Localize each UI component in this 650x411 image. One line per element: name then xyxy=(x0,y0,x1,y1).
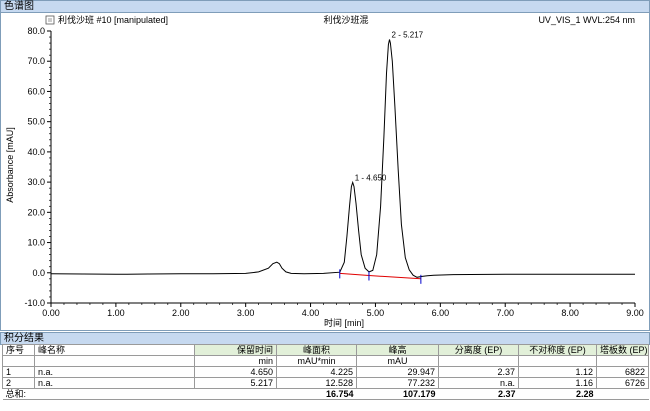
y-tick-label: 50.0 xyxy=(27,117,45,127)
total-cell xyxy=(194,388,277,400)
table-units-row: min mAU*min mAU xyxy=(2,355,649,367)
total-label: 总和: xyxy=(2,388,35,400)
x-tick-label: 3.00 xyxy=(237,308,255,318)
col-header-peak-name[interactable]: 峰名称 xyxy=(34,344,195,356)
chart-header: 利伐沙班 #10 [manipulated] 利伐沙班混 UV_VIS_1 WV… xyxy=(45,14,635,25)
chromatogram-panel: -10.0 0.0 10.0 20.0 30.0 40.0 50.0 60.0 70.0 80.0… xyxy=(0,13,650,331)
cell-height: 77.232 xyxy=(356,377,439,389)
col-header-resolution[interactable]: 分离度 (EP) xyxy=(438,344,519,356)
unit-cell: mAU xyxy=(356,355,439,367)
x-tick-label: 4.00 xyxy=(302,308,320,318)
y-tick-label: 0.0 xyxy=(32,268,45,278)
y-axis-label: Absorbance [mAU] xyxy=(5,127,15,203)
chromatogram-section-header: 色谱图 xyxy=(0,0,650,13)
col-header-index[interactable]: 序号 xyxy=(2,344,35,356)
unit-cell: min xyxy=(194,355,277,367)
chart-doc-icon xyxy=(45,15,55,25)
total-area: 16.754 xyxy=(276,388,357,400)
cell-index: 2 xyxy=(2,377,35,389)
cell-plates: 6822 xyxy=(596,366,649,378)
unit-cell xyxy=(438,355,519,367)
x-axis-label: 时间 [min] xyxy=(324,317,364,328)
chromatogram-trace xyxy=(50,39,635,278)
chromatogram-chart[interactable]: -10.0 0.0 10.0 20.0 30.0 40.0 50.0 60.0 70.0 80.0… xyxy=(1,13,649,331)
chart-sample-name: 利伐沙班 #10 [manipulated] xyxy=(58,14,168,25)
y-tick-label: 80.0 xyxy=(27,26,45,36)
peak-label: 2 - 5.217 xyxy=(392,30,424,39)
table-row[interactable]: 1 n.a. 4.650 4.225 29.947 2.37 1.12 6822 xyxy=(2,366,649,378)
total-height: 107.179 xyxy=(356,388,439,400)
total-cell xyxy=(34,388,195,400)
cell-index: 1 xyxy=(2,366,35,378)
unit-cell: mAU*min xyxy=(276,355,357,367)
cell-retention-time: 4.650 xyxy=(194,366,277,378)
cell-peak-name: n.a. xyxy=(34,377,195,389)
x-tick-label: 1.00 xyxy=(107,308,125,318)
peak-label: 1 - 4.650 xyxy=(355,173,387,182)
cell-asymmetry: 1.12 xyxy=(518,366,597,378)
y-tick-label: 70.0 xyxy=(27,56,45,66)
y-tick-label: 10.0 xyxy=(27,238,45,248)
table-total-row: 总和: 16.754 107.179 2.37 2.28 xyxy=(2,388,649,400)
table-row[interactable]: 2 n.a. 5.217 12.528 77.232 n.a. 1.16 672… xyxy=(2,377,649,389)
y-tick-label: 40.0 xyxy=(27,147,45,157)
x-tick-label: 8.00 xyxy=(561,308,579,318)
y-tick-label: -10.0 xyxy=(24,298,45,308)
unit-cell xyxy=(34,355,195,367)
total-asymmetry: 2.28 xyxy=(518,388,597,400)
x-tick-label: 7.00 xyxy=(496,308,514,318)
table-header-row: 序号 峰名称 保留时间 峰面积 峰高 分离度 (EP) 不对称度 (EP) 塔板… xyxy=(2,344,649,356)
total-cell xyxy=(596,388,649,400)
integration-baseline xyxy=(339,272,421,280)
y-tick-label: 30.0 xyxy=(27,177,45,187)
cell-resolution: n.a. xyxy=(438,377,519,389)
cell-height: 29.947 xyxy=(356,366,439,378)
x-tick-label: 0.00 xyxy=(42,308,60,318)
col-header-plates[interactable]: 塔板数 (EP) xyxy=(596,344,649,356)
total-resolution: 2.37 xyxy=(438,388,519,400)
col-header-height[interactable]: 峰高 xyxy=(356,344,439,356)
unit-cell xyxy=(518,355,597,367)
x-tick-label: 6.00 xyxy=(432,308,450,318)
chart-title: 利伐沙班混 xyxy=(323,14,368,25)
y-tick-label: 60.0 xyxy=(27,86,45,96)
cell-retention-time: 5.217 xyxy=(194,377,277,389)
chart-detector-info: UV_VIS_1 WVL:254 nm xyxy=(538,15,635,25)
x-tick-label: 9.00 xyxy=(626,308,644,318)
col-header-asymmetry[interactable]: 不对称度 (EP) xyxy=(518,344,597,356)
cell-resolution: 2.37 xyxy=(438,366,519,378)
cell-area: 4.225 xyxy=(276,366,357,378)
report-page: 色谱图 -10.0 0.0 10.0 20.0 30.0 40.0 50.0 60.0 70.0… xyxy=(0,0,650,411)
col-header-retention-time[interactable]: 保留时间 xyxy=(194,344,277,356)
x-tick-label: 2.00 xyxy=(172,308,190,318)
y-tick-label: 20.0 xyxy=(27,207,45,217)
unit-cell xyxy=(2,355,35,367)
unit-cell xyxy=(596,355,649,367)
integration-results-table: 序号 峰名称 保留时间 峰面积 峰高 分离度 (EP) 不对称度 (EP) 塔板… xyxy=(2,344,649,400)
col-header-area[interactable]: 峰面积 xyxy=(276,344,357,356)
cell-plates: 6726 xyxy=(596,377,649,389)
cell-asymmetry: 1.16 xyxy=(518,377,597,389)
x-tick-label: 5.00 xyxy=(367,308,385,318)
cell-area: 12.528 xyxy=(276,377,357,389)
cell-peak-name: n.a. xyxy=(34,366,195,378)
